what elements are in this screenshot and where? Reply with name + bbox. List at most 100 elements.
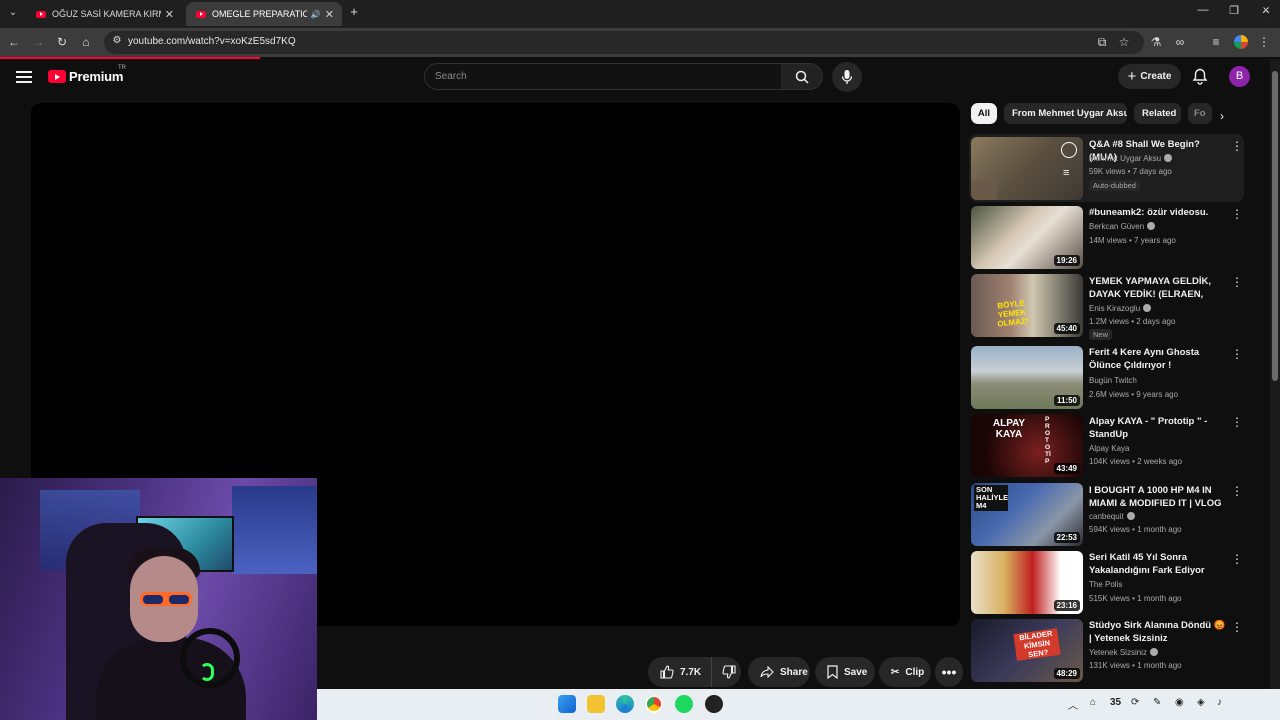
country-code: TR: [118, 65, 126, 71]
more-options-icon[interactable]: ⋮: [1231, 348, 1243, 360]
close-tab-icon[interactable]: ✕: [165, 8, 174, 21]
hamburger-menu-icon[interactable]: [16, 71, 32, 83]
tray-chevron-icon[interactable]: ︿: [1068, 697, 1078, 712]
youtube-premium-logo[interactable]: Premium TR: [48, 65, 126, 84]
chip-more[interactable]: Fo: [1188, 103, 1212, 124]
clip-button[interactable]: ✂ Clip: [879, 657, 931, 687]
browser-tab-2[interactable]: OMEGLE PREPARATION (M 🔊 ✕: [186, 2, 342, 26]
tray-pen-icon[interactable]: ✎: [1153, 697, 1161, 708]
more-options-icon[interactable]: ⋮: [1231, 416, 1243, 428]
channel-name[interactable]: Mehmet Uygar Aksu: [1089, 154, 1173, 163]
video-thumbnail[interactable]: 11:50: [971, 346, 1083, 409]
search-button[interactable]: [781, 63, 823, 90]
home-icon[interactable]: ⌂: [78, 34, 94, 50]
new-tab-button[interactable]: +: [346, 4, 362, 22]
recommended-video[interactable]: 19:26 #buneamk2: özür videosu. Berkcan G…: [971, 206, 1246, 270]
back-icon[interactable]: ←: [6, 34, 22, 50]
address-bar[interactable]: ⚙ youtube.com/watch?v=xoKzE5sd7KQ: [104, 31, 1144, 54]
site-info-icon[interactable]: ⚙: [110, 35, 124, 49]
more-options-icon[interactable]: ⋮: [1231, 140, 1243, 152]
video-title[interactable]: Seri Katil 45 Yıl Sonra Yakalandığını Fa…: [1089, 551, 1229, 577]
notifications-bell-icon[interactable]: [1192, 68, 1208, 85]
channel-name[interactable]: canbequit: [1089, 512, 1135, 521]
more-options-icon[interactable]: ⋮: [1231, 553, 1243, 565]
more-actions-button[interactable]: •••: [935, 657, 963, 687]
recommended-video[interactable]: BÖYLE YEMEK OLMAZ! 45:40 YEMEK YAPMAYA G…: [971, 274, 1246, 340]
watch-later-icon[interactable]: [1061, 142, 1077, 158]
video-title[interactable]: I BOUGHT A 1000 HP M4 IN MIAMI & MODIFIE…: [1089, 484, 1229, 510]
recommended-video[interactable]: 23:16 Seri Katil 45 Yıl Sonra Yakalandığ…: [971, 551, 1246, 615]
chevron-right-icon[interactable]: ›: [1214, 108, 1230, 124]
video-thumbnail[interactable]: SON HALİYLE M4 22:53: [971, 483, 1083, 546]
video-thumbnail[interactable]: 19:26: [971, 206, 1083, 269]
video-title[interactable]: Stüdyo Sirk Alanına Döndü 😡 | Yetenek Si…: [1089, 619, 1229, 645]
search-input[interactable]: Search: [424, 63, 782, 90]
close-tab-icon[interactable]: ✕: [325, 8, 334, 21]
video-thumbnail[interactable]: BİLADER KİMSİN SEN? 48:29: [971, 619, 1083, 682]
profile-icon[interactable]: [1234, 35, 1248, 49]
menu-dots-icon[interactable]: ⋮: [1256, 34, 1272, 50]
volume-icon[interactable]: ♪: [1217, 697, 1222, 708]
reload-icon[interactable]: ↻: [54, 34, 70, 50]
create-button[interactable]: + Create: [1118, 64, 1181, 89]
scrollbar-thumb[interactable]: [1272, 71, 1278, 381]
more-options-icon[interactable]: ⋮: [1231, 208, 1243, 220]
dislike-button[interactable]: [712, 657, 742, 687]
video-thumbnail[interactable]: BÖYLE YEMEK OLMAZ! 45:40: [971, 274, 1083, 337]
video-thumbnail[interactable]: ≡: [971, 137, 1083, 200]
channel-name[interactable]: Bugün Twitch: [1089, 376, 1137, 385]
install-app-icon[interactable]: ⧉: [1094, 34, 1110, 50]
channel-name[interactable]: Alpay Kaya: [1089, 444, 1129, 453]
spotify-icon[interactable]: [675, 695, 693, 713]
chrome-browser-icon[interactable]: [645, 695, 663, 713]
tray-app-icon[interactable]: ⌂: [1090, 697, 1096, 708]
tray-mic-icon[interactable]: ◉: [1175, 697, 1184, 708]
browser-tab-1[interactable]: OĞUZ SASİ KAMERA KIRMA AN ✕: [26, 2, 182, 26]
channel-name[interactable]: The Polis: [1089, 580, 1122, 589]
more-options-icon[interactable]: ⋮: [1231, 485, 1243, 497]
video-title[interactable]: Alpay KAYA - " Prototip " - StandUp: [1089, 415, 1229, 441]
file-explorer-icon[interactable]: [587, 695, 605, 713]
channel-name[interactable]: Yetenek Sizsiniz: [1089, 648, 1158, 657]
windows-start-icon[interactable]: [558, 695, 576, 713]
recommended-video[interactable]: SON HALİYLE M4 22:53 I BOUGHT A 1000 HP …: [971, 483, 1246, 547]
video-thumbnail[interactable]: ALPAY KAYA PROTOTİP 43:49: [971, 414, 1083, 477]
add-to-queue-icon[interactable]: ≡: [1063, 167, 1069, 179]
obs-icon[interactable]: [705, 695, 723, 713]
tray-sync-icon[interactable]: ⟳: [1131, 697, 1139, 708]
taskbar-clock[interactable]: 01:05 1.03.2026: [1222, 2, 1277, 26]
extension-icon[interactable]: ⚗: [1148, 34, 1164, 50]
avatar[interactable]: B: [1229, 66, 1250, 87]
chip-all[interactable]: All: [971, 103, 997, 124]
voice-search-button[interactable]: [832, 62, 862, 92]
wifi-icon[interactable]: ◈: [1197, 697, 1205, 708]
more-options-icon[interactable]: ⋮: [1231, 276, 1243, 288]
link-icon[interactable]: ∞: [1172, 34, 1188, 50]
video-thumbnail[interactable]: 23:16: [971, 551, 1083, 614]
minimize-icon[interactable]: —: [1193, 4, 1213, 16]
video-title[interactable]: YEMEK YAPMAYA GELDİK, DAYAK YEDİK! (ELRA…: [1089, 275, 1229, 301]
page-scrollbar[interactable]: [1270, 59, 1280, 689]
speaker-icon[interactable]: 🔊: [311, 10, 321, 19]
more-options-icon[interactable]: ⋮: [1231, 621, 1243, 633]
temperature-indicator[interactable]: 35: [1110, 697, 1121, 708]
tab-search-icon[interactable]: ⌄: [4, 4, 22, 22]
media-control-icon[interactable]: ≡: [1208, 34, 1224, 50]
recommended-video[interactable]: ALPAY KAYA PROTOTİP 43:49 Alpay KAYA - "…: [971, 414, 1246, 478]
channel-name[interactable]: Berkcan Güven: [1089, 222, 1156, 231]
recommended-video[interactable]: ≡ Q&A #8 Shall We Begin? (MUA) Mehmet Uy…: [969, 134, 1244, 202]
save-button[interactable]: Save: [815, 657, 875, 687]
edge-browser-icon[interactable]: [616, 695, 634, 713]
video-duration: 45:40: [1053, 323, 1080, 334]
channel-name[interactable]: Enis Kirazoglu: [1089, 304, 1152, 313]
video-title[interactable]: #buneamk2: özür videosu.: [1089, 206, 1229, 219]
chip-from-channel[interactable]: From Mehmet Uygar Aksu: [1004, 103, 1127, 124]
like-button[interactable]: 7.7K: [648, 657, 713, 687]
video-title[interactable]: Ferit 4 Kere Aynı Ghosta Ölünce Çıldırıy…: [1089, 346, 1229, 372]
forward-icon[interactable]: →: [30, 34, 46, 50]
chip-related[interactable]: Related: [1134, 103, 1181, 124]
recommended-video[interactable]: BİLADER KİMSİN SEN? 48:29 Stüdyo Sirk Al…: [971, 619, 1246, 685]
bookmark-star-icon[interactable]: ☆: [1116, 34, 1132, 50]
share-button[interactable]: Share: [748, 657, 810, 687]
recommended-video[interactable]: 11:50 Ferit 4 Kere Aynı Ghosta Ölünce Çı…: [971, 346, 1246, 410]
